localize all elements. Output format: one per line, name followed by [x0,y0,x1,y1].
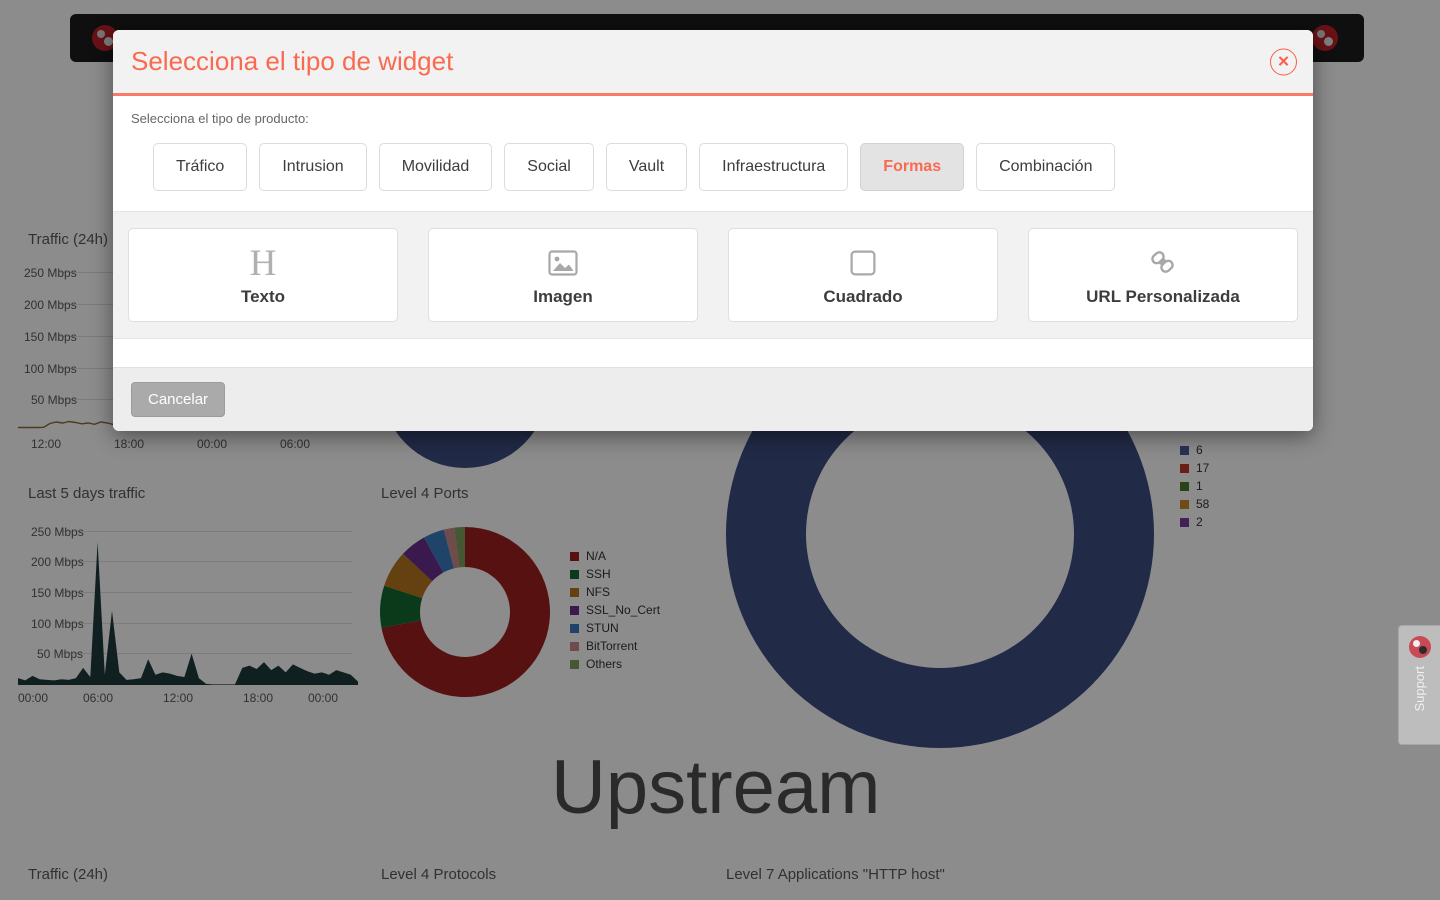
widget-card-texto[interactable]: H Texto [128,228,398,322]
widget-card-list: H Texto Imagen Cuadrado URL Personalizad… [113,211,1313,339]
support-tab[interactable]: Support [1398,625,1440,745]
tab-infraestructura[interactable]: Infraestructura [699,143,849,191]
modal-body-spacer [113,339,1313,367]
widget-card-imagen[interactable]: Imagen [428,228,698,322]
widget-label: Cuadrado [823,287,903,306]
widget-card-url-personalizada[interactable]: URL Personalizada [1028,228,1298,322]
tab-social[interactable]: Social [504,143,594,191]
tab-formas[interactable]: Formas [860,143,965,191]
tab-movilidad[interactable]: Movilidad [378,143,493,191]
close-icon[interactable]: ✕ [1270,48,1297,75]
cancel-button[interactable]: Cancelar [131,382,226,417]
product-type-tabs: Tráfico Intrusion Movilidad Social Vault… [113,126,1313,211]
modal-title: Selecciona el tipo de widget [131,46,454,76]
widget-label: Texto [240,287,286,306]
square-icon [850,243,876,283]
heading-h-icon: H [249,242,277,284]
tab-vault[interactable]: Vault [605,143,688,191]
link-chain-icon [1147,243,1179,283]
modal-header: Selecciona el tipo de widget ✕ [113,30,1313,96]
widget-label: URL Personalizada [1086,287,1240,306]
widget-label: Imagen [533,287,593,306]
widget-card-cuadrado[interactable]: Cuadrado [728,228,998,322]
modal-footer: Cancelar [113,367,1313,431]
support-avatar-icon [1408,636,1431,658]
support-tab-label: Support [1412,666,1427,712]
widget-type-modal: Selecciona el tipo de widget ✕ Seleccion… [113,30,1313,431]
tab-trafico[interactable]: Tráfico [153,143,248,191]
tab-combinacion[interactable]: Combinación [976,143,1116,191]
tab-intrusion[interactable]: Intrusion [259,143,367,191]
modal-subtitle: Selecciona el tipo de producto: [131,111,309,126]
image-icon [548,243,578,283]
